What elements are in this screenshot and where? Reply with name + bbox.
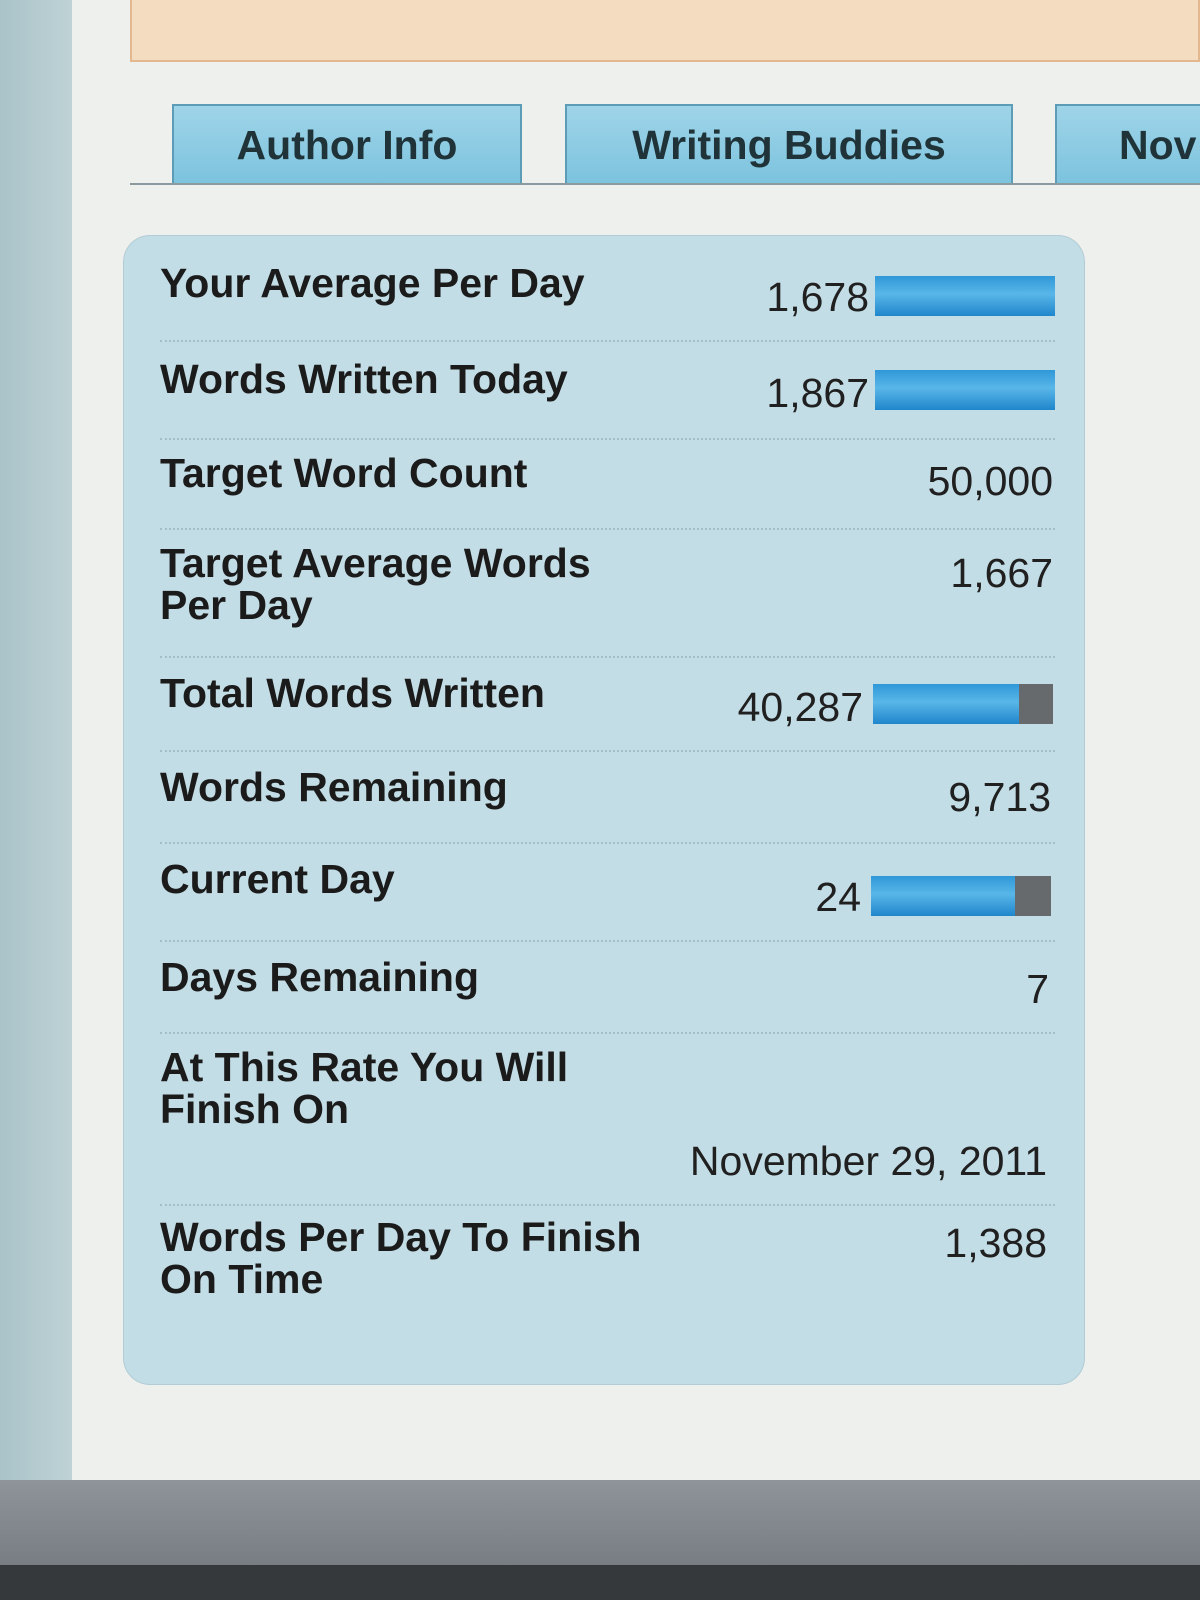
page-content: Author Info Writing Buddies Nov Your Ave… bbox=[72, 0, 1200, 1480]
stat-label: At This Rate You Will Finish On bbox=[160, 1044, 569, 1132]
stat-row-target-word-count: Target Word Count 50,000 bbox=[160, 452, 1055, 530]
stat-row-words-remaining: Words Remaining 9,713 bbox=[160, 764, 1055, 844]
progress-bar-fill bbox=[875, 276, 1055, 316]
stat-label: Current Day bbox=[160, 856, 395, 902]
stat-row-current-day: Current Day 24 bbox=[160, 856, 1055, 942]
stat-value: 1,867 bbox=[766, 370, 869, 416]
stat-value: 50,000 bbox=[927, 458, 1053, 504]
stat-value: November 29, 2011 bbox=[689, 1138, 1047, 1184]
progress-bar bbox=[873, 684, 1053, 724]
tab-writing-buddies[interactable]: Writing Buddies bbox=[565, 104, 1013, 184]
stat-label: Target Average Words Per Day bbox=[160, 540, 591, 628]
stat-label: Days Remaining bbox=[160, 954, 479, 1000]
progress-bar bbox=[871, 876, 1051, 916]
tab-divider bbox=[130, 183, 1200, 185]
progress-bar bbox=[875, 370, 1055, 410]
stat-label: Total Words Written bbox=[160, 670, 545, 716]
stat-label: Target Word Count bbox=[160, 450, 528, 496]
stat-value: 1,388 bbox=[944, 1220, 1047, 1266]
stat-row-target-average: Target Average Words Per Day 1,667 bbox=[160, 542, 1055, 658]
progress-bar-fill bbox=[873, 684, 1019, 724]
stat-value: 1,667 bbox=[950, 550, 1053, 596]
stat-value: 24 bbox=[815, 874, 861, 920]
tab-author-info[interactable]: Author Info bbox=[172, 104, 522, 184]
stats-panel: Your Average Per Day 1,678 Words Written… bbox=[124, 236, 1084, 1384]
stat-label: Your Average Per Day bbox=[160, 260, 585, 306]
stat-row-total-words: Total Words Written 40,287 bbox=[160, 672, 1055, 752]
top-banner bbox=[130, 0, 1200, 62]
stat-value: 7 bbox=[1026, 966, 1049, 1012]
tab-novel[interactable]: Nov bbox=[1055, 104, 1200, 184]
stat-row-finish-date: At This Rate You Will Finish On November… bbox=[160, 1044, 1055, 1206]
stat-value: 1,678 bbox=[766, 274, 869, 320]
progress-bar-remaining bbox=[1018, 684, 1053, 724]
progress-bar-remaining bbox=[1015, 876, 1051, 916]
progress-bar bbox=[875, 276, 1055, 316]
stat-label: Words Written Today bbox=[160, 356, 568, 402]
stat-label: Words Remaining bbox=[160, 764, 508, 810]
stat-value: 9,713 bbox=[948, 774, 1051, 820]
progress-bar-fill bbox=[875, 370, 1055, 410]
stat-row-average-per-day: Your Average Per Day 1,678 bbox=[160, 258, 1055, 342]
stat-row-words-today: Words Written Today 1,867 bbox=[160, 356, 1055, 440]
stat-row-words-to-finish: Words Per Day To Finish On Time 1,388 bbox=[160, 1216, 1055, 1316]
progress-bar-fill bbox=[871, 876, 1015, 916]
left-margin bbox=[0, 0, 72, 1480]
monitor-bezel bbox=[0, 1565, 1200, 1600]
stat-row-days-remaining: Days Remaining 7 bbox=[160, 954, 1055, 1034]
stat-label: Words Per Day To Finish On Time bbox=[160, 1214, 642, 1302]
stat-value: 40,287 bbox=[737, 684, 863, 730]
